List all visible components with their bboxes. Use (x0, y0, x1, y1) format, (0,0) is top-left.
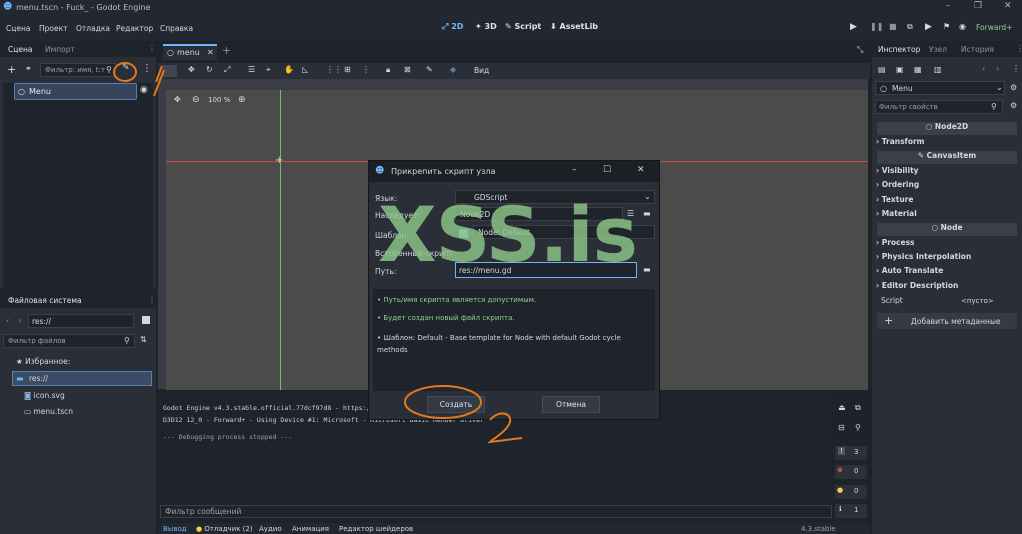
annotation-circle-create (404, 385, 482, 419)
annotation-mark-one (153, 65, 165, 97)
annotation-mark-two (487, 412, 523, 444)
annotation-circle-attach-script (113, 62, 137, 82)
annotation-layer (113, 62, 523, 444)
